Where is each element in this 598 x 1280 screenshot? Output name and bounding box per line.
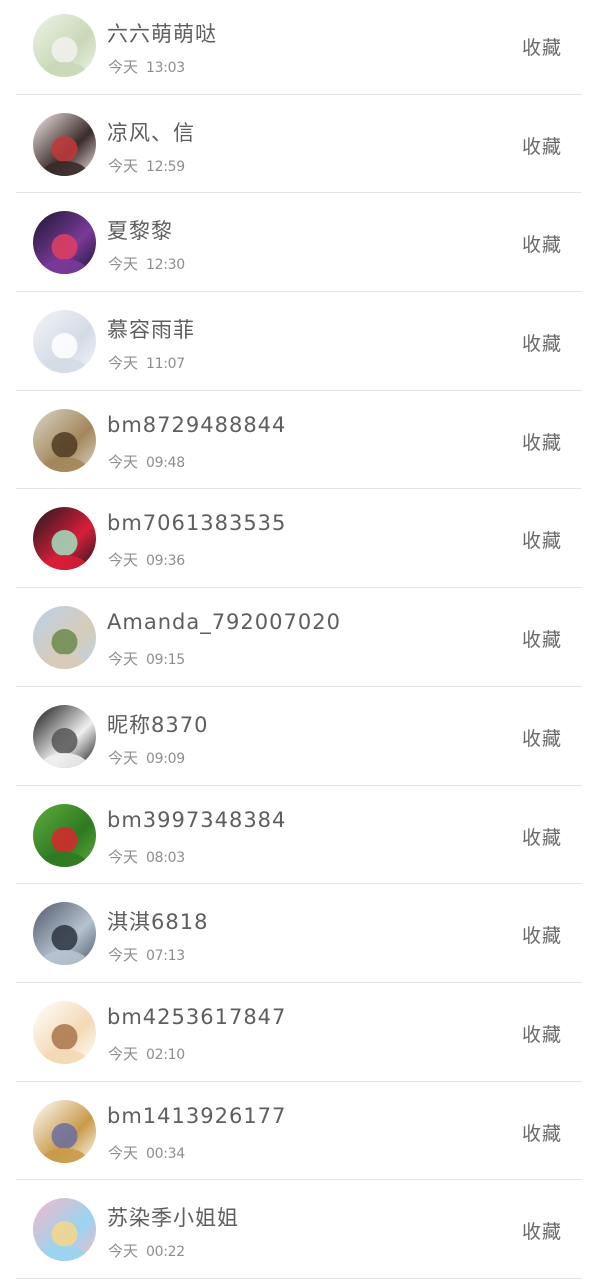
timestamp: 今天 00:22 bbox=[108, 1240, 185, 1261]
avatar-woman-portrait-icon[interactable] bbox=[33, 112, 96, 176]
user-name[interactable]: 六六萌萌哒 bbox=[107, 18, 217, 48]
timestamp-time: 09:15 bbox=[146, 652, 185, 669]
user-name[interactable]: 淇淇6818 bbox=[107, 906, 208, 936]
timestamp-time: 12:30 bbox=[146, 257, 185, 274]
favorite-button[interactable]: 收藏 bbox=[522, 33, 562, 60]
avatar-castle-icon[interactable] bbox=[33, 606, 96, 670]
favorite-button[interactable]: 收藏 bbox=[522, 1119, 562, 1146]
timestamp-time: 07:13 bbox=[146, 948, 185, 965]
list-item[interactable]: 苏染季小姐姐今天 00:22 收藏 bbox=[0, 1180, 598, 1279]
favorite-button[interactable]: 收藏 bbox=[522, 823, 562, 850]
avatar-red-heart-icon[interactable] bbox=[33, 507, 96, 571]
list-item[interactable]: bm3997348384 今天 08:03 收藏 bbox=[0, 786, 598, 885]
list-item[interactable]: 昵称8370 今天 09:09 收藏 bbox=[0, 687, 598, 786]
timestamp: 今天 07:13 bbox=[108, 944, 185, 965]
timestamp: 今天 09:09 bbox=[108, 747, 185, 768]
timestamp-time: 09:48 bbox=[146, 454, 185, 471]
user-name[interactable]: bm3997348384 bbox=[107, 808, 286, 832]
timestamp-day: 今天 bbox=[108, 1143, 139, 1162]
timestamp: 今天 09:48 bbox=[108, 451, 185, 472]
timestamp-day: 今天 bbox=[108, 551, 139, 570]
timestamp: 今天 09:15 bbox=[108, 648, 185, 669]
user-name[interactable]: 夏黎黎 bbox=[107, 215, 173, 245]
timestamp-day: 今天 bbox=[108, 452, 139, 471]
timestamp-time: 11:07 bbox=[146, 356, 185, 373]
list-item[interactable]: 凉风、信今天 12:59 收藏 bbox=[0, 95, 598, 194]
timestamp-time: 09:36 bbox=[146, 553, 185, 570]
timestamp-day: 今天 bbox=[108, 946, 139, 965]
timestamp-day: 今天 bbox=[108, 255, 139, 274]
user-name[interactable]: 慕容雨菲 bbox=[107, 314, 195, 344]
list-item[interactable]: 六六萌萌哒今天 13:03 收藏 bbox=[0, 0, 598, 95]
user-name[interactable]: 苏染季小姐姐 bbox=[107, 1202, 239, 1232]
favorite-button[interactable]: 收藏 bbox=[522, 526, 562, 553]
timestamp: 今天 09:36 bbox=[108, 549, 185, 570]
favorite-button[interactable]: 收藏 bbox=[522, 132, 562, 159]
avatar-sunset-landscape-icon[interactable] bbox=[33, 408, 96, 472]
timestamp-day: 今天 bbox=[108, 1044, 139, 1063]
favorite-button[interactable]: 收藏 bbox=[522, 329, 562, 356]
avatar-rainbow-girl-icon[interactable] bbox=[33, 1198, 96, 1262]
user-name[interactable]: bm8729488844 bbox=[107, 413, 286, 437]
timestamp-time: 08:03 bbox=[146, 849, 185, 866]
timestamp: 今天 02:10 bbox=[108, 1043, 185, 1064]
avatar-cartoon-boy-icon[interactable] bbox=[33, 1000, 96, 1064]
list-item[interactable]: bm1413926177 今天 00:34 收藏 bbox=[0, 1082, 598, 1181]
divider bbox=[16, 1277, 582, 1279]
user-list: 六六萌萌哒 今天 13:03 收藏 凉风、信 今天 12:59 收藏 夏黎黎 今天 12:30 收藏慕… bbox=[0, 0, 598, 1279]
timestamp-day: 今天 bbox=[108, 156, 139, 175]
timestamp: 今天 12:59 bbox=[108, 155, 185, 176]
list-item[interactable]: Amanda_792007020 今天 09:15 收藏 bbox=[0, 588, 598, 687]
avatar-totoro-icon[interactable] bbox=[33, 1099, 96, 1163]
timestamp: 今天 12:30 bbox=[108, 253, 185, 274]
favorite-button[interactable]: 收藏 bbox=[522, 428, 562, 455]
list-item[interactable]: 夏黎黎今天 12:30 收藏 bbox=[0, 193, 598, 293]
timestamp: 今天 11:07 bbox=[108, 352, 185, 373]
timestamp-day: 今天 bbox=[108, 58, 139, 76]
list-item[interactable]: bm8729488844 今天 09:48 收藏 bbox=[0, 391, 598, 490]
timestamp-day: 今天 bbox=[108, 354, 139, 373]
avatar-bunny-icon[interactable] bbox=[33, 14, 96, 77]
avatar-white-dress-icon[interactable] bbox=[33, 310, 96, 374]
list-item[interactable]: bm4253617847 今天 02:10 收藏 bbox=[0, 983, 598, 1082]
timestamp-time: 00:34 bbox=[146, 1145, 185, 1162]
timestamp-time: 02:10 bbox=[146, 1046, 185, 1063]
avatar-exo-group-icon[interactable] bbox=[33, 704, 96, 768]
timestamp: 今天 00:34 bbox=[108, 1142, 185, 1163]
timestamp-time: 13:03 bbox=[146, 60, 185, 76]
avatar-red-car-icon[interactable] bbox=[33, 803, 96, 867]
avatar-neon-girl-icon[interactable] bbox=[33, 211, 96, 275]
list-item[interactable]: 慕容雨菲今天 11:07 收藏 bbox=[0, 292, 598, 391]
timestamp-day: 今天 bbox=[108, 847, 139, 866]
list-item[interactable]: 淇淇6818 今天 07:13 收藏 bbox=[0, 884, 598, 983]
timestamp: 今天 08:03 bbox=[108, 846, 185, 867]
timestamp-time: 00:22 bbox=[146, 1244, 185, 1261]
timestamp: 今天 13:03 bbox=[108, 56, 185, 77]
favorite-button[interactable]: 收藏 bbox=[522, 724, 562, 751]
timestamp-day: 今天 bbox=[108, 1242, 139, 1261]
user-name[interactable]: 昵称8370 bbox=[107, 709, 208, 739]
user-name[interactable]: bm4253617847 bbox=[107, 1005, 286, 1029]
timestamp-day: 今天 bbox=[108, 748, 139, 767]
favorite-button[interactable]: 收藏 bbox=[522, 230, 562, 257]
user-name[interactable]: 凉风、信 bbox=[107, 117, 195, 147]
list-item[interactable]: bm7061383535 今天 09:36 收藏 bbox=[0, 489, 598, 589]
user-name[interactable]: bm1413926177 bbox=[107, 1104, 286, 1128]
timestamp-time: 09:09 bbox=[146, 750, 185, 767]
user-name[interactable]: Amanda_792007020 bbox=[107, 610, 341, 634]
favorite-button[interactable]: 收藏 bbox=[522, 625, 562, 652]
timestamp-day: 今天 bbox=[108, 650, 139, 669]
avatar-mountain-clouds-icon[interactable] bbox=[33, 902, 96, 966]
favorite-button[interactable]: 收藏 bbox=[522, 1020, 562, 1047]
timestamp-time: 12:59 bbox=[146, 158, 185, 175]
user-name[interactable]: bm7061383535 bbox=[107, 511, 286, 535]
favorite-button[interactable]: 收藏 bbox=[522, 921, 562, 948]
favorite-button[interactable]: 收藏 bbox=[522, 1217, 562, 1244]
